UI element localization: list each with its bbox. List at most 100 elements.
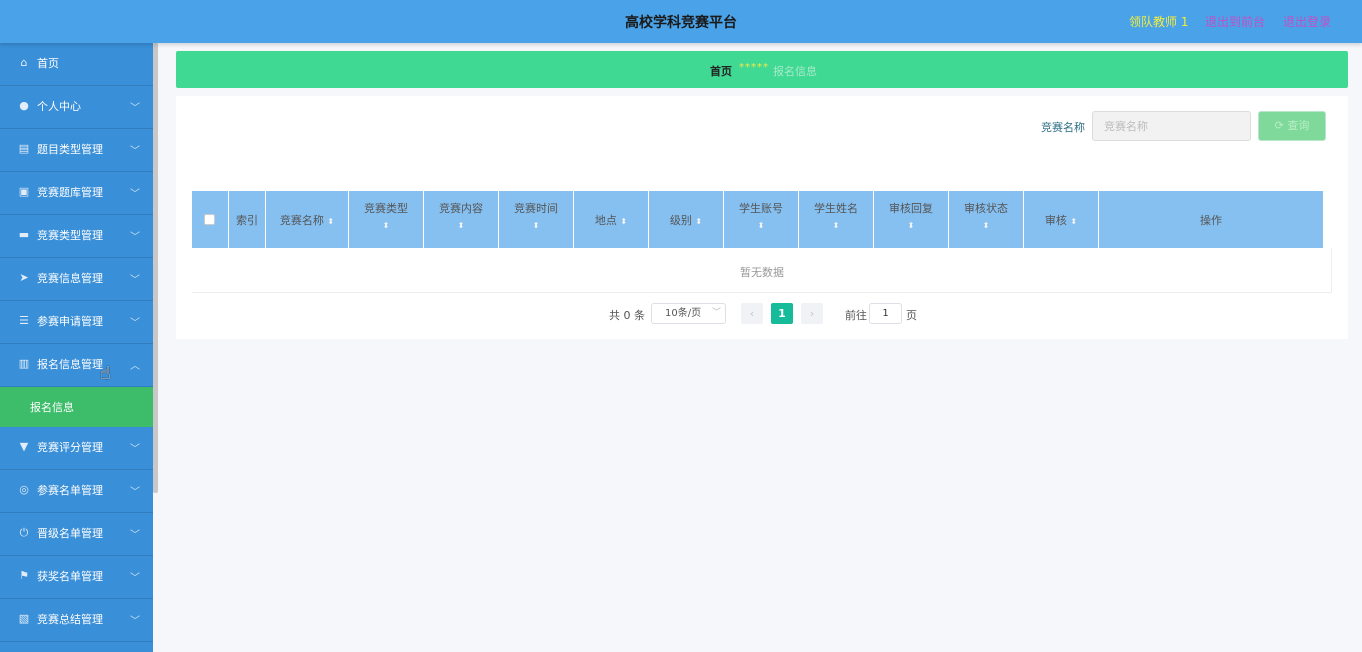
chevron-down-icon: ﹀ (130, 103, 140, 114)
sidebar-item-13[interactable]: ▧ 竞赛总结管理 ﹀ (0, 599, 153, 642)
table-header-review[interactable]: 审核 ⬍ (1024, 191, 1099, 248)
sidebar-item-4[interactable]: ▣ 竞赛题库管理 ﹀ (0, 172, 153, 215)
chevron-down-icon: ﹀ (130, 146, 140, 157)
page-size-select[interactable]: 10条/页 ﹀ (651, 303, 726, 324)
sidebar-item-11[interactable]: ⏻ 晋级名单管理 ﹀ (0, 513, 153, 556)
chevron-down-icon: ﹀ (130, 232, 140, 243)
sidebar-item-8[interactable]: ▥ 报名信息管理 ︿ (0, 344, 153, 387)
table-header-competition-type[interactable]: 竞赛类型 ⬍ (349, 191, 424, 248)
table-header-student-name[interactable]: 学生姓名 ⬍ (799, 191, 874, 248)
chevron-down-icon: ﹀ (130, 275, 140, 286)
table-header-select[interactable] (192, 191, 229, 248)
search-button[interactable]: ⟳ 查询 (1258, 111, 1326, 141)
submenu-item-label: 报名信息 (30, 401, 74, 414)
sidebar-item-label: 竞赛题库管理 (37, 186, 103, 199)
table-header-competition-name[interactable]: 竞赛名称 ⬍ (266, 191, 349, 248)
table-header-label: 竞赛类型 (364, 202, 408, 215)
search-input[interactable] (1092, 111, 1251, 141)
next-page-button[interactable]: › (801, 303, 823, 324)
table-header-location[interactable]: 地点 ⬍ (574, 191, 649, 248)
chevron-up-icon: ︿ (130, 361, 140, 372)
sidebar-item-10[interactable]: ◎ 参赛名单管理 ﹀ (0, 470, 153, 513)
chevron-down-icon: ﹀ (130, 444, 140, 455)
sidebar-item-label: 竞赛信息管理 (37, 272, 103, 285)
sidebar-item-label: 参赛申请管理 (37, 315, 103, 328)
table-header-label: 操作 (1200, 214, 1222, 227)
table-header-label: 竞赛名称 (279, 214, 324, 227)
sort-icon[interactable]: ⬍ (424, 221, 498, 230)
sort-icon[interactable]: ⬍ (1070, 217, 1077, 226)
breadcrumb-home[interactable]: 首页 (710, 63, 732, 79)
goto-unit: 页 (906, 309, 917, 322)
table-header-review-reply[interactable]: 审核回复 ⬍ (874, 191, 949, 248)
sidebar-item-6[interactable]: ➤ 竞赛信息管理 ﹀ (0, 258, 153, 301)
sidebar-item-9[interactable]: ▼ 竞赛评分管理 ﹀ (0, 427, 153, 470)
sidebar-item-5[interactable]: ▬ 竞赛类型管理 ﹀ (0, 215, 153, 258)
image-icon: ▣ (18, 185, 30, 198)
submenu-item-registration-info[interactable]: 报名信息 (0, 387, 153, 427)
breadcrumb-current: 报名信息 (773, 65, 817, 78)
sidebar-item-label: 竞赛类型管理 (37, 229, 103, 242)
table-header-label: 学生姓名 (814, 202, 858, 215)
bar-chart-icon: ▥ (18, 357, 30, 370)
chevron-down-icon: ﹀ (712, 308, 722, 318)
sort-icon[interactable]: ⬍ (499, 221, 573, 230)
top-header: 高校学科竞赛平台 领队教师 1 退出到前台 退出登录 (0, 0, 1362, 43)
list-icon: ☰ (19, 314, 29, 327)
sort-icon[interactable]: ⬍ (799, 221, 873, 230)
sort-icon[interactable]: ⬍ (949, 221, 1023, 230)
sort-icon[interactable]: ⬍ (327, 217, 334, 226)
monitor-icon: ▬ (18, 228, 30, 241)
sidebar-item-label: 题目类型管理 (37, 143, 103, 156)
table-header-competition-time[interactable]: 竞赛时间 ⬍ (499, 191, 574, 248)
select-all-checkbox[interactable] (204, 214, 215, 225)
sort-icon[interactable]: ⬍ (620, 217, 627, 226)
current-user-link[interactable]: 领队教师 1 (1129, 13, 1188, 30)
sidebar-item-label: 报名信息管理 (37, 358, 103, 371)
page-number-1[interactable]: 1 (771, 303, 793, 324)
table-header-level[interactable]: 级别 ⬍ (649, 191, 724, 248)
table-header-index: 索引 (229, 191, 266, 248)
goto-page-input[interactable] (869, 303, 902, 324)
table-header-competition-content[interactable]: 竞赛内容 ⬍ (424, 191, 499, 248)
search-label: 竞赛名称 (1041, 121, 1085, 134)
goto-label: 前往 (845, 309, 867, 322)
sidebar-scrollbar[interactable] (153, 43, 158, 493)
hand-cursor-icon: ☝ (100, 363, 111, 384)
logout-link[interactable]: 退出登录 (1283, 13, 1331, 30)
sidebar-item-label: 竞赛评分管理 (37, 441, 103, 454)
table-header-label: 索引 (236, 214, 258, 227)
sidebar-item-2[interactable]: ● 个人中心 ﹀ (0, 86, 153, 129)
table-header-label: 地点 (594, 214, 617, 227)
table-header-label: 审核回复 (889, 202, 933, 215)
sort-icon[interactable]: ⬍ (724, 221, 798, 230)
table-header-student-account[interactable]: 学生账号 ⬍ (724, 191, 799, 248)
sidebar-item-12[interactable]: ⚑ 获奖名单管理 ﹀ (0, 556, 153, 599)
sidebar-item-label: 晋级名单管理 (37, 527, 103, 540)
sidebar-item-label: 首页 (37, 57, 59, 70)
chevron-down-icon: ﹀ (130, 487, 140, 498)
breadcrumb: 首页 ***** 报名信息 (176, 51, 1348, 88)
clipboard-icon: ▤ (18, 142, 30, 155)
chevron-down-icon: ﹀ (130, 530, 140, 541)
empty-text: 暂无数据 (740, 266, 784, 279)
prev-page-button[interactable]: ‹ (741, 303, 763, 324)
sidebar-item-label: 参赛名单管理 (37, 484, 103, 497)
flag-icon: ⚑ (19, 569, 29, 582)
sidebar-item-3[interactable]: ▤ 题目类型管理 ﹀ (0, 129, 153, 172)
exit-to-frontend-link[interactable]: 退出到前台 (1205, 13, 1265, 30)
sidebar-item-1[interactable]: ⌂ 首页 (0, 43, 153, 86)
chevron-right-icon: › (809, 307, 815, 320)
breadcrumb-separator: ***** (739, 62, 769, 73)
sort-icon[interactable]: ⬍ (874, 221, 948, 230)
sort-icon[interactable]: ⬍ (349, 221, 423, 230)
page-size-value: 10条/页 (665, 308, 702, 319)
sidebar-item-label: 竞赛总结管理 (37, 613, 103, 626)
sidebar-item-7[interactable]: ☰ 参赛申请管理 ﹀ (0, 301, 153, 344)
sort-icon[interactable]: ⬍ (695, 217, 702, 226)
user-icon: ● (19, 99, 29, 112)
table-header-review-status[interactable]: 审核状态 ⬍ (949, 191, 1024, 248)
chevron-left-icon: ‹ (749, 307, 755, 320)
table-header-label: 级别 (669, 214, 692, 227)
clipboard-check-icon: ▧ (18, 612, 30, 625)
